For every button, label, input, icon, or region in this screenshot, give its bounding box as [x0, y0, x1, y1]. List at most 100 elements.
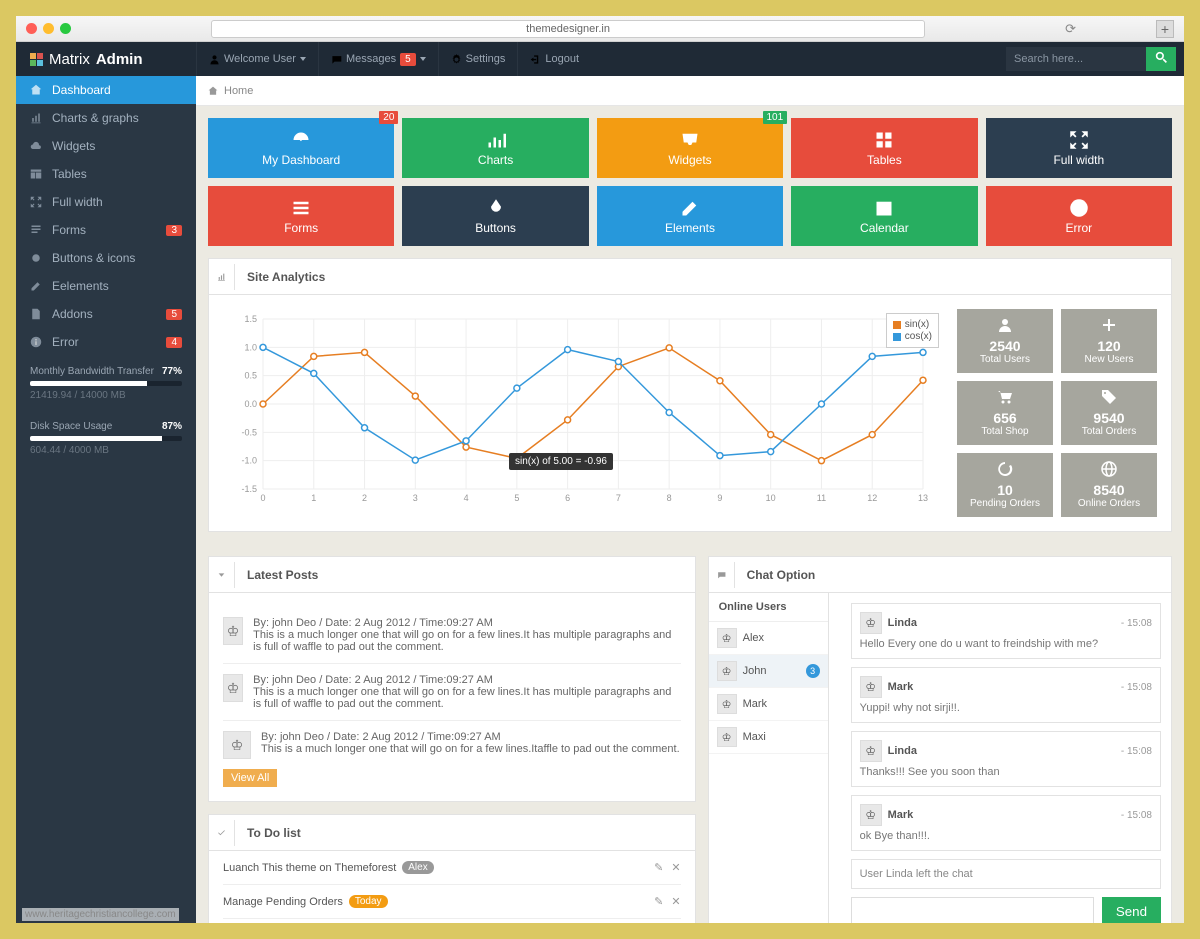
breadcrumb: Home [196, 76, 1184, 106]
delete-icon[interactable]: ✕ [671, 895, 680, 908]
sidebar-item-error[interactable]: Error4 [16, 328, 196, 356]
tile-label: Error [1065, 221, 1092, 235]
stat-total-shop[interactable]: 656Total Shop [957, 381, 1053, 445]
tile-full-width[interactable]: Full width [986, 118, 1172, 178]
sidebar-item-charts-graphs[interactable]: Charts & graphs [16, 104, 196, 132]
delete-icon[interactable]: ✕ [671, 861, 680, 874]
tile-calendar[interactable]: Calendar [791, 186, 977, 246]
stat-value: 2540 [961, 338, 1049, 354]
msg-body: Yuppi! why not sirji!!. [860, 702, 1152, 714]
sidebar-item-label: Full width [52, 195, 103, 209]
close-window-icon[interactable] [26, 23, 37, 34]
post-item: ♔ By: john Deo / Date: 2 Aug 2012 / Time:… [223, 607, 681, 664]
inbox-icon [680, 130, 700, 150]
welcome-user-menu[interactable]: Welcome User [196, 42, 318, 76]
post-meta: By: john Deo / Date: 2 Aug 2012 / Time:0… [253, 617, 680, 629]
stat-label: Pending Orders [961, 498, 1049, 509]
chat-panel: Chat Option Online Users ♔Alex♔John3♔Mar… [708, 556, 1172, 923]
stat-pending-orders[interactable]: 10Pending Orders [957, 453, 1053, 517]
stat-value: 10 [961, 482, 1049, 498]
sidebar-item-label: Buttons & icons [52, 251, 135, 265]
chat-input[interactable] [851, 897, 1094, 923]
search-input[interactable] [1006, 47, 1146, 71]
home-icon [208, 86, 218, 96]
pencil-icon [680, 198, 700, 218]
chevron-down-icon[interactable] [209, 562, 235, 588]
post-meta: By: john Deo / Date: 2 Aug 2012 / Time:0… [261, 731, 680, 743]
url-bar[interactable]: themedesigner.in [211, 20, 925, 38]
svg-text:13: 13 [918, 493, 928, 503]
brand-logo[interactable]: MatrixAdmin [16, 51, 196, 68]
edit-icon[interactable]: ✎ [654, 861, 663, 874]
tile-error[interactable]: Error [986, 186, 1172, 246]
sidebar-badge: 3 [166, 225, 182, 236]
svg-text:2: 2 [362, 493, 367, 503]
send-button[interactable]: Send [1102, 897, 1161, 923]
todo-tag: Today [349, 895, 388, 908]
user-name: Mark [743, 698, 767, 710]
sidebar-badge: 5 [166, 309, 182, 320]
sidebar-item-addons[interactable]: Addons5 [16, 300, 196, 328]
dash-icon [291, 130, 311, 150]
todo-item: Luanch This theme on ThemeforestAlex✎✕ [223, 851, 681, 885]
post-body: This is a much longer one that will go o… [261, 743, 680, 755]
msg-author: Linda [888, 745, 917, 757]
minimize-window-icon[interactable] [43, 23, 54, 34]
online-user[interactable]: ♔Mark [709, 688, 828, 721]
stats-grid: 2540Total Users120New Users656Total Shop… [957, 309, 1157, 517]
online-user[interactable]: ♔John3 [709, 655, 828, 688]
online-user[interactable]: ♔Alex [709, 622, 828, 655]
todo-tag: Alex [402, 861, 433, 874]
stat-new-users[interactable]: 120New Users [1061, 309, 1157, 373]
sidebar-item-label: Widgets [52, 139, 95, 153]
sidebar-item-forms[interactable]: Forms3 [16, 216, 196, 244]
settings-link[interactable]: Settings [438, 42, 518, 76]
sidebar-item-buttons-icons[interactable]: Buttons & icons [16, 244, 196, 272]
button-icon [30, 252, 42, 264]
breadcrumb-home[interactable]: Home [224, 85, 253, 97]
user-name: Alex [743, 632, 764, 644]
sidebar-item-tables[interactable]: Tables [16, 160, 196, 188]
svg-text:-1.5: -1.5 [241, 484, 257, 494]
refresh-icon[interactable]: ⟳ [1065, 21, 1076, 37]
logout-link[interactable]: Logout [517, 42, 591, 76]
msg-time: - 15:08 [1121, 810, 1152, 821]
svg-text:3: 3 [413, 493, 418, 503]
tile-elements[interactable]: Elements [597, 186, 783, 246]
view-all-button[interactable]: View All [223, 769, 277, 787]
analytics-chart: -1.5-1.0-0.50.00.51.01.50123456789101112… [223, 309, 943, 517]
tile-forms[interactable]: Forms [208, 186, 394, 246]
tile-badge: 20 [379, 111, 398, 124]
maximize-window-icon[interactable] [60, 23, 71, 34]
online-user[interactable]: ♔Maxi [709, 721, 828, 754]
sidebar-item-label: Dashboard [52, 83, 111, 97]
edit-icon[interactable]: ✎ [654, 895, 663, 908]
avatar: ♔ [717, 727, 737, 747]
stat-total-users[interactable]: 2540Total Users [957, 309, 1053, 373]
msg-time: - 15:08 [1121, 618, 1152, 629]
msg-body: ok Bye than!!!. [860, 830, 1152, 842]
sidebar-item-dashboard[interactable]: Dashboard [16, 76, 196, 104]
stat-online-orders[interactable]: 8540Online Orders [1061, 453, 1157, 517]
tag-icon [1101, 389, 1117, 405]
tile-buttons[interactable]: Buttons [402, 186, 588, 246]
panel-title: Chat Option [747, 568, 816, 582]
refresh-icon [997, 461, 1013, 477]
tile-my-dashboard[interactable]: 20My Dashboard [208, 118, 394, 178]
sidebar-item-eelements[interactable]: Eelements [16, 272, 196, 300]
search-icon [1155, 51, 1168, 64]
tile-charts[interactable]: Charts [402, 118, 588, 178]
search-button[interactable] [1146, 47, 1176, 71]
new-tab-button[interactable]: + [1156, 20, 1174, 38]
tile-widgets[interactable]: 101Widgets [597, 118, 783, 178]
svg-text:-1.0: -1.0 [241, 456, 257, 466]
stat-total-orders[interactable]: 9540Total Orders [1061, 381, 1157, 445]
sidebar-item-widgets[interactable]: Widgets [16, 132, 196, 160]
tile-tables[interactable]: Tables [791, 118, 977, 178]
post-meta: By: john Deo / Date: 2 Aug 2012 / Time:0… [253, 674, 680, 686]
avatar: ♔ [223, 617, 243, 645]
messages-menu[interactable]: Messages5 [318, 42, 438, 76]
stat-value: 9540 [1065, 410, 1153, 426]
sidebar-item-full-width[interactable]: Full width [16, 188, 196, 216]
globe-icon [1101, 461, 1117, 477]
